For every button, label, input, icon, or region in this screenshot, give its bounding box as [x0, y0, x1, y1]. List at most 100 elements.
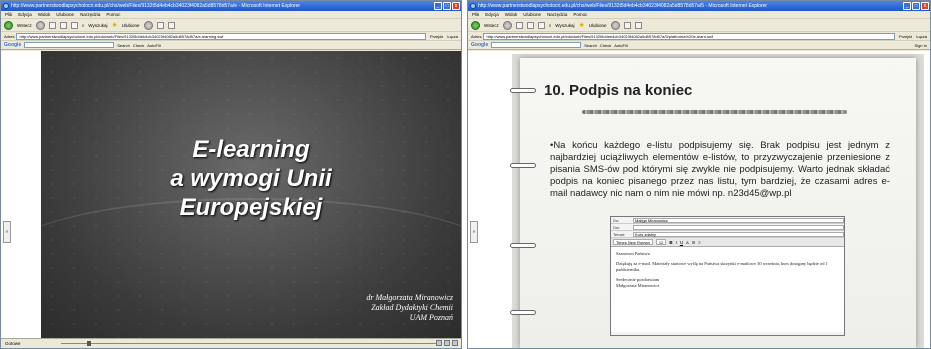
back-label[interactable]: Wstecz	[17, 23, 32, 28]
minimize-button[interactable]: _	[434, 2, 442, 10]
binder-ring	[510, 243, 536, 248]
menu-help[interactable]: Pomoc	[106, 11, 120, 18]
playback-slider[interactable]	[61, 343, 441, 344]
address-input[interactable]: http://www.partnerstwodlapsycholocri.edu…	[483, 32, 895, 40]
google-autofill-button[interactable]: AutoFill	[614, 43, 627, 48]
content-slide: 10. Podpis na koniec •Na końcu każdego e…	[510, 54, 924, 348]
google-check-button[interactable]: Check	[600, 43, 611, 48]
maximize-button[interactable]: □	[443, 2, 451, 10]
cc-field	[633, 224, 844, 230]
address-input[interactable]: http://www.partnerstwodlapsycholocri.edu…	[16, 32, 426, 40]
fullscreen-icon[interactable]	[452, 340, 458, 346]
refresh-icon[interactable]	[526, 21, 534, 29]
font-select: Times New Roman	[613, 239, 653, 245]
links-label[interactable]: Łącza	[447, 34, 458, 39]
slide-title-line: E-learning	[192, 136, 310, 163]
menu-bar: Plik Edycja Widok Ulubione Narzędzia Pom…	[1, 11, 461, 19]
toolbar: Wstecz ⌕ Wyszukaj ★ Ulubione	[468, 19, 930, 32]
menu-edit[interactable]: Edycja	[18, 11, 32, 18]
binder-ring	[510, 163, 536, 168]
browser-window-left: http://www.partnerstwodlapsycholocri.edu…	[0, 0, 462, 349]
to-row: Do: Maliga Miranowicz	[611, 217, 844, 224]
google-search-input[interactable]	[24, 42, 115, 48]
maximize-button[interactable]: □	[912, 2, 920, 10]
slide-author: dr Małgorzata Miranowicz Zakład Dydaktyk…	[366, 293, 453, 323]
menu-view[interactable]: Widok	[505, 11, 518, 18]
favorites-label[interactable]: Ulubione	[122, 23, 140, 28]
title-bar: http://www.partnerstwodlapsycholocri.edu…	[1, 1, 461, 11]
google-check-button[interactable]: Check	[133, 43, 144, 48]
list-icon: ☰	[691, 239, 696, 245]
playback-slider-thumb[interactable]	[87, 341, 91, 346]
google-logo: Google	[4, 42, 22, 48]
email-body: Szanowni Państwo Dziękuję za e-mail. Mat…	[611, 247, 844, 332]
minimize-button[interactable]: _	[903, 2, 911, 10]
home-icon[interactable]	[70, 21, 78, 29]
print-icon[interactable]	[634, 21, 642, 29]
sidebar-toggle[interactable]: »	[470, 221, 478, 243]
sidebar-toggle[interactable]: »	[3, 221, 11, 243]
forward-icon[interactable]	[502, 20, 512, 30]
forward-icon[interactable]	[35, 20, 45, 30]
google-search-button[interactable]: Search	[584, 43, 597, 48]
mail-icon[interactable]	[623, 21, 631, 29]
email-compose-screenshot: Do: Maliga Miranowicz Dw: Temat: Kurs zd…	[610, 216, 845, 336]
menu-view[interactable]: Widok	[38, 11, 51, 18]
close-button[interactable]: x	[452, 2, 460, 10]
menu-file[interactable]: Plik	[5, 11, 12, 18]
to-label: Do:	[613, 217, 620, 223]
menu-favorites[interactable]: Ulubione	[523, 11, 541, 18]
menu-file[interactable]: Plik	[472, 11, 479, 18]
close-button[interactable]: x	[921, 2, 929, 10]
back-icon[interactable]	[471, 20, 480, 30]
favorites-label[interactable]: Ulubione	[589, 23, 607, 28]
binder-ring	[510, 310, 536, 315]
slide-title-line: a wymogi Unii	[170, 165, 332, 192]
stop-icon[interactable]	[48, 21, 56, 29]
google-autofill-button[interactable]: AutoFill	[147, 43, 160, 48]
address-bar: Adres http://www.partnerstwodlapsycholoc…	[1, 32, 461, 41]
history-icon[interactable]	[610, 20, 620, 30]
home-icon[interactable]	[537, 21, 545, 29]
google-logo: Google	[471, 42, 489, 48]
back-label[interactable]: Wstecz	[484, 23, 499, 28]
title-bar: http://www.partnerstwodlapsycholocri.edu…	[468, 1, 930, 11]
links-label[interactable]: Łącza	[916, 34, 927, 39]
menu-edit[interactable]: Edycja	[485, 11, 499, 18]
google-signin-button[interactable]: Sign In	[915, 43, 927, 48]
favorites-icon[interactable]: ★	[112, 21, 118, 29]
underline-icon: U	[679, 239, 684, 245]
refresh-icon[interactable]	[59, 21, 67, 29]
menu-tools[interactable]: Narzędzia	[547, 11, 567, 18]
page-content: » 10. Podpis na koniec •Na końcu każdego…	[468, 51, 930, 348]
email-message: Dziękuję za e-mail. Materiały startowe w…	[616, 261, 828, 272]
status-bar: Gotowe	[1, 338, 461, 348]
email-greeting: Szanowni Państwo	[616, 251, 651, 256]
menu-help[interactable]: Pomoc	[573, 11, 587, 18]
print-icon[interactable]	[167, 21, 175, 29]
back-icon[interactable]	[4, 20, 13, 30]
mail-icon[interactable]	[156, 21, 164, 29]
search-label[interactable]: Wyszukaj	[88, 23, 107, 28]
menu-bar: Plik Edycja Widok Ulubione Narzędzia Pom…	[468, 11, 930, 19]
to-field: Maliga Miranowicz	[633, 217, 844, 223]
go-button[interactable]: Przejdź	[428, 34, 445, 39]
search-icon[interactable]: ⌕	[82, 23, 85, 28]
menu-tools[interactable]: Narzędzia	[80, 11, 100, 18]
google-search-input[interactable]	[491, 42, 582, 48]
slide-title: E-learning a wymogi Unii Europejskiej	[41, 135, 461, 222]
email-signature: Małgorzata Miranowicz	[616, 283, 660, 288]
next-slide-icon[interactable]	[444, 340, 450, 346]
prev-slide-icon[interactable]	[436, 340, 442, 346]
google-toolbar: Google Search Check AutoFill Sign In	[468, 41, 930, 50]
search-label[interactable]: Wyszukaj	[555, 23, 574, 28]
title-underline	[582, 110, 847, 114]
favorites-icon[interactable]: ★	[579, 21, 585, 29]
history-icon[interactable]	[143, 20, 153, 30]
address-bar: Adres http://www.partnerstwodlapsycholoc…	[468, 32, 930, 41]
menu-favorites[interactable]: Ulubione	[56, 11, 74, 18]
go-button[interactable]: Przejdź	[897, 34, 914, 39]
search-icon[interactable]: ⌕	[549, 23, 552, 28]
google-search-button[interactable]: Search	[117, 43, 130, 48]
stop-icon[interactable]	[515, 21, 523, 29]
